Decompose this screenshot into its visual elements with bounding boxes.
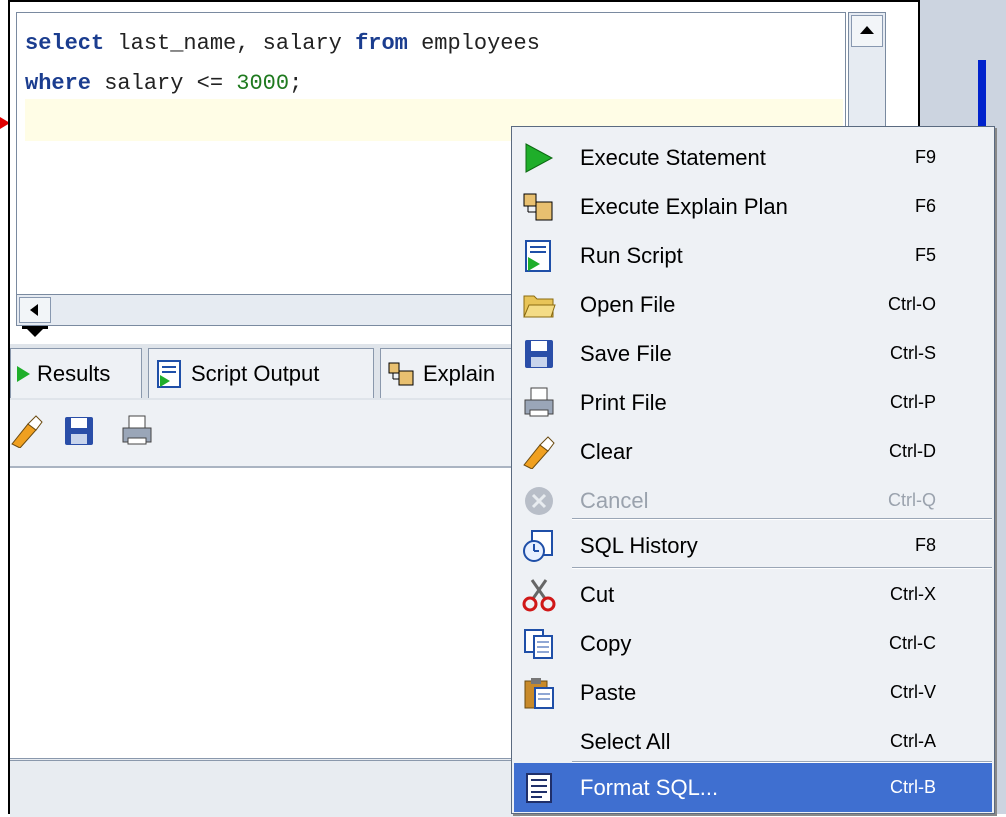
scroll-left-button[interactable] bbox=[19, 297, 51, 323]
menu-item-label: Format SQL... bbox=[580, 775, 719, 800]
menu-item-shortcut: Ctrl-X bbox=[890, 584, 936, 604]
menu-item-label: Run Script bbox=[580, 243, 683, 268]
print-icon[interactable] bbox=[120, 414, 154, 448]
cancel-icon bbox=[525, 487, 553, 515]
menu-item-label: Print File bbox=[580, 390, 667, 415]
paste-icon bbox=[524, 678, 554, 709]
menu-item-shortcut: Ctrl-S bbox=[890, 343, 936, 363]
menu-item-label: SQL History bbox=[580, 533, 698, 558]
menu-item-save-file[interactable]: Save File Ctrl-S bbox=[514, 329, 992, 378]
menu-item-clear[interactable]: Clear Ctrl-D bbox=[514, 427, 992, 476]
explain-icon bbox=[523, 193, 553, 221]
copy-icon bbox=[524, 629, 553, 659]
status-bar bbox=[10, 758, 520, 817]
code-line-2[interactable]: where salary <= 3000; bbox=[25, 71, 302, 96]
menu-item-sql-history[interactable]: SQL History F8 bbox=[514, 521, 992, 570]
tab-label: Script Output bbox=[191, 360, 320, 386]
tab-results[interactable]: Results bbox=[10, 348, 142, 398]
window-top-border bbox=[8, 0, 918, 2]
menu-item-cut[interactable]: Cut Ctrl-X bbox=[514, 570, 992, 619]
run-icon bbox=[525, 143, 554, 173]
output-tabs: Results Script Output Explain bbox=[10, 344, 520, 400]
menu-item-run-script[interactable]: Run Script F5 bbox=[514, 231, 992, 280]
menu-item-print-file[interactable]: Print File Ctrl-P bbox=[514, 378, 992, 427]
menu-separator bbox=[572, 518, 992, 520]
arrow-left-icon bbox=[30, 304, 38, 316]
code-text: employees bbox=[407, 31, 540, 56]
menu-item-label: Copy bbox=[580, 631, 632, 656]
scroll-up-button[interactable] bbox=[851, 15, 883, 47]
menu-item-shortcut: F6 bbox=[914, 196, 936, 216]
run-icon bbox=[17, 365, 30, 382]
eraser-icon bbox=[523, 436, 555, 469]
script-icon bbox=[157, 359, 181, 388]
explain-icon bbox=[388, 362, 414, 385]
menu-item-shortcut: Ctrl-P bbox=[890, 392, 936, 412]
menu-item-execute-explain-plan[interactable]: Execute Explain Plan F6 bbox=[514, 182, 992, 231]
keyword: where bbox=[25, 71, 92, 96]
panel-accent bbox=[978, 60, 986, 130]
collapse-arrow-icon[interactable] bbox=[26, 328, 44, 337]
code-text: salary <= bbox=[91, 71, 237, 96]
menu-item-label: Execute Explain Plan bbox=[580, 194, 788, 219]
tab-label: Explain bbox=[423, 360, 496, 386]
tab-label: Results bbox=[37, 360, 111, 386]
format-icon bbox=[526, 773, 552, 803]
split-pane-divider[interactable] bbox=[12, 326, 532, 340]
output-toolbar bbox=[10, 400, 520, 468]
menu-item-shortcut: Ctrl-A bbox=[890, 731, 936, 751]
menu-item-label: Open File bbox=[580, 292, 676, 317]
menu-item-label: Execute Statement bbox=[580, 145, 766, 170]
arrow-up-icon bbox=[860, 26, 874, 34]
menu-item-shortcut: Ctrl-C bbox=[889, 633, 936, 653]
menu-item-shortcut: Ctrl-B bbox=[890, 777, 936, 797]
number-literal: 3000 bbox=[236, 71, 290, 96]
menu-item-shortcut: F8 bbox=[914, 535, 936, 555]
menu-separator bbox=[572, 567, 992, 569]
menu-item-shortcut: Ctrl-O bbox=[888, 294, 936, 314]
menu-item-label: Cancel bbox=[580, 488, 649, 513]
menu-item-open-file[interactable]: Open File Ctrl-O bbox=[514, 280, 992, 329]
save-icon[interactable] bbox=[62, 414, 96, 448]
scissors-icon bbox=[522, 579, 556, 612]
save-icon bbox=[525, 340, 553, 368]
folder-icon bbox=[523, 295, 556, 318]
menu-item-shortcut: Ctrl-V bbox=[890, 682, 936, 702]
menu-item-label: Cut bbox=[580, 582, 615, 607]
menu-item-label: Clear bbox=[580, 439, 633, 464]
menu-item-shortcut: Ctrl-D bbox=[889, 441, 936, 461]
tab-explain[interactable]: Explain bbox=[380, 348, 520, 398]
menu-item-shortcut: F9 bbox=[914, 147, 936, 167]
eraser-icon[interactable] bbox=[10, 414, 44, 448]
menu-item-select-all[interactable]: Select All Ctrl-A bbox=[514, 717, 992, 766]
menu-item-label: Save File bbox=[580, 341, 672, 366]
code-line-1[interactable]: select last_name, salary from employees bbox=[25, 31, 540, 56]
code-text: ; bbox=[289, 71, 303, 96]
menu-item-shortcut: Ctrl-Q bbox=[888, 490, 936, 510]
results-area[interactable] bbox=[10, 468, 520, 758]
keyword: select bbox=[25, 31, 105, 56]
menu-item-paste[interactable]: Paste Ctrl-V bbox=[514, 668, 992, 717]
context-menu: Execute Statement F9 Execute Explain Pla… bbox=[511, 126, 995, 814]
keyword: from bbox=[355, 31, 408, 56]
print-icon bbox=[524, 387, 554, 417]
script-icon bbox=[525, 240, 551, 272]
history-icon bbox=[523, 530, 553, 562]
menu-item-shortcut: F5 bbox=[914, 245, 936, 265]
tab-script-output[interactable]: Script Output bbox=[148, 348, 374, 398]
menu-item-copy[interactable]: Copy Ctrl-C bbox=[514, 619, 992, 668]
menu-item-format-sql[interactable]: Format SQL... Ctrl-B bbox=[514, 763, 992, 812]
code-text: last_name, salary bbox=[104, 31, 356, 56]
menu-item-label: Select All bbox=[580, 729, 671, 754]
menu-item-label: Paste bbox=[580, 680, 637, 705]
menu-item-execute-statement[interactable]: Execute Statement F9 bbox=[514, 133, 992, 182]
